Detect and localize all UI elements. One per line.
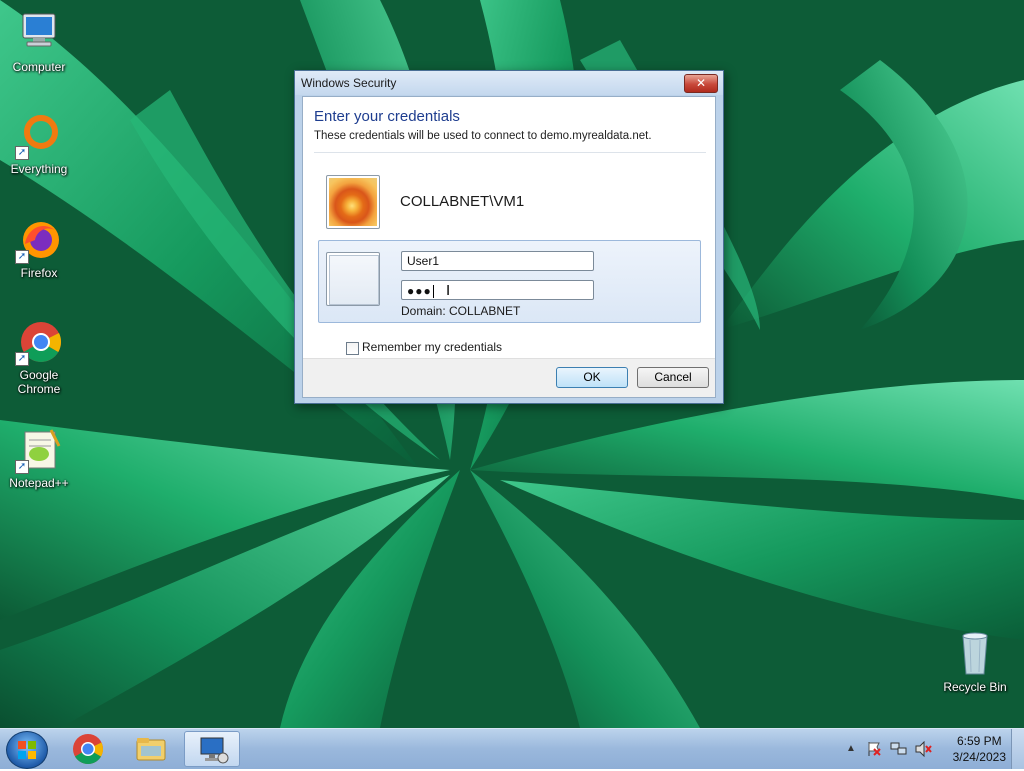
desktop-icon-recycle-bin[interactable]: Recycle Bin <box>937 630 1013 694</box>
desktop-icon-label: Google Chrome <box>17 368 61 396</box>
text-caret <box>432 285 434 299</box>
close-icon: ✕ <box>695 76 707 90</box>
new-credential-tile <box>326 252 380 306</box>
desktop-icon-computer[interactable]: Computer <box>1 10 77 74</box>
everything-icon: ➚ <box>15 112 63 160</box>
taskbar-chrome-button[interactable] <box>60 731 116 767</box>
show-hidden-icons-chevron[interactable]: ▲ <box>846 743 856 754</box>
remember-credentials-checkbox[interactable] <box>346 342 359 355</box>
dialog-title: Windows Security <box>301 76 397 90</box>
recycle-bin-icon <box>951 630 999 678</box>
desktop-icon-label: Everything <box>10 162 68 176</box>
password-field[interactable]: ●●● <box>401 280 594 300</box>
shortcut-arrow-icon: ➚ <box>15 352 29 366</box>
windows-security-dialog: Windows Security ✕ Enter your credential… <box>294 70 724 404</box>
close-button[interactable]: ✕ <box>684 74 718 93</box>
windows-logo-icon <box>18 741 36 759</box>
divider <box>314 152 706 153</box>
blank-user-icon <box>329 255 379 305</box>
password-mask: ●●● <box>407 284 432 298</box>
dialog-titlebar[interactable]: Windows Security ✕ <box>295 71 723 95</box>
ok-button[interactable]: OK <box>556 367 628 388</box>
clock-date: 3/24/2023 <box>952 750 1006 764</box>
account-tile[interactable] <box>326 175 380 229</box>
taskbar: ▲ 6:59 PM 3/24/2023 <box>0 728 1024 769</box>
action-center-flag-icon[interactable] <box>866 741 882 760</box>
credential-panel: ●●● I Domain: COLLABNET <box>318 240 701 323</box>
show-desktop-button[interactable] <box>1011 729 1024 769</box>
network-icon[interactable] <box>890 741 908 760</box>
start-button[interactable] <box>6 731 48 769</box>
desktop-icon-label: Notepad++ <box>9 476 69 490</box>
dialog-subheading: These credentials will be used to connec… <box>314 130 652 142</box>
desktop-icon-google-chrome[interactable]: ➚ Google Chrome <box>1 318 77 396</box>
taskbar-remote-desktop-button[interactable] <box>184 731 240 767</box>
shortcut-arrow-icon: ➚ <box>15 146 29 160</box>
remote-desktop-icon <box>200 737 229 764</box>
chrome-icon <box>73 734 104 765</box>
dialog-footer: OK Cancel <box>303 358 715 397</box>
file-explorer-icon <box>136 738 166 761</box>
cancel-button[interactable]: Cancel <box>637 367 709 388</box>
domain-label: Domain: COLLABNET <box>401 304 521 318</box>
desktop-icon-label: Firefox <box>20 266 58 280</box>
taskbar-clock[interactable]: 6:59 PM 3/24/2023 <box>953 733 1006 765</box>
account-name[interactable]: COLLABNET\VM1 <box>400 193 524 210</box>
firefox-icon: ➚ <box>15 216 63 264</box>
desktop-icon-everything[interactable]: ➚ Everything <box>1 112 77 176</box>
taskbar-file-explorer-button[interactable] <box>123 731 179 767</box>
chrome-icon: ➚ <box>15 318 63 366</box>
desktop-icon-notepad-plus-plus[interactable]: ➚ Notepad++ <box>1 426 77 490</box>
shortcut-arrow-icon: ➚ <box>15 460 29 474</box>
volume-muted-icon[interactable] <box>914 740 932 760</box>
shortcut-arrow-icon: ➚ <box>15 250 29 264</box>
dialog-content: Enter your credentials These credentials… <box>302 96 716 398</box>
computer-icon <box>15 10 63 58</box>
user-picture-flower-icon <box>329 178 377 226</box>
desktop-icon-firefox[interactable]: ➚ Firefox <box>1 216 77 280</box>
dialog-heading: Enter your credentials <box>314 108 460 125</box>
username-field[interactable] <box>401 251 594 271</box>
ibeam-cursor-icon: I <box>446 282 451 299</box>
notepad-plus-plus-icon: ➚ <box>15 426 63 474</box>
desktop-icon-label: Recycle Bin <box>943 680 1007 694</box>
clock-time: 6:59 PM <box>956 734 1002 748</box>
remember-credentials-label[interactable]: Remember my credentials <box>362 340 502 354</box>
desktop-icon-label: Computer <box>12 60 66 74</box>
